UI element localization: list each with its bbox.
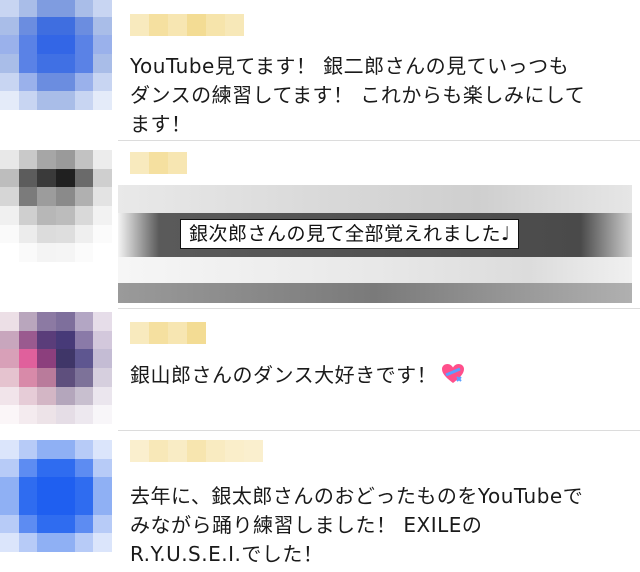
- username[interactable]: [130, 152, 187, 174]
- comment-text: 銀山郎さんのダンス大好きです！: [130, 361, 630, 390]
- comment-feed: YouTube見てます！ 銀二郎さんの見ていっつも ダンスの練習してます！ これ…: [0, 0, 640, 572]
- divider: [118, 140, 640, 141]
- username[interactable]: [130, 14, 244, 36]
- avatar[interactable]: [0, 440, 112, 552]
- username[interactable]: [130, 322, 206, 344]
- comment-text: 去年に、銀太郎さんのおどったものをYouTubeで みながら踊り練習しました！ …: [130, 484, 584, 566]
- heart-with-ribbon-icon: [441, 363, 465, 385]
- avatar[interactable]: [0, 312, 112, 424]
- avatar[interactable]: [0, 0, 112, 110]
- comment-text: YouTube見てます！ 銀二郎さんの見ていっつも ダンスの練習してます！ これ…: [130, 54, 586, 136]
- divider: [118, 430, 640, 431]
- image-caption: 銀次郎さんの見て全部覚えれました♩: [180, 219, 520, 249]
- comment-text-body: 銀山郎さんのダンス大好きです！: [130, 363, 438, 387]
- username[interactable]: [130, 440, 263, 462]
- divider: [118, 308, 640, 309]
- avatar[interactable]: [0, 150, 112, 262]
